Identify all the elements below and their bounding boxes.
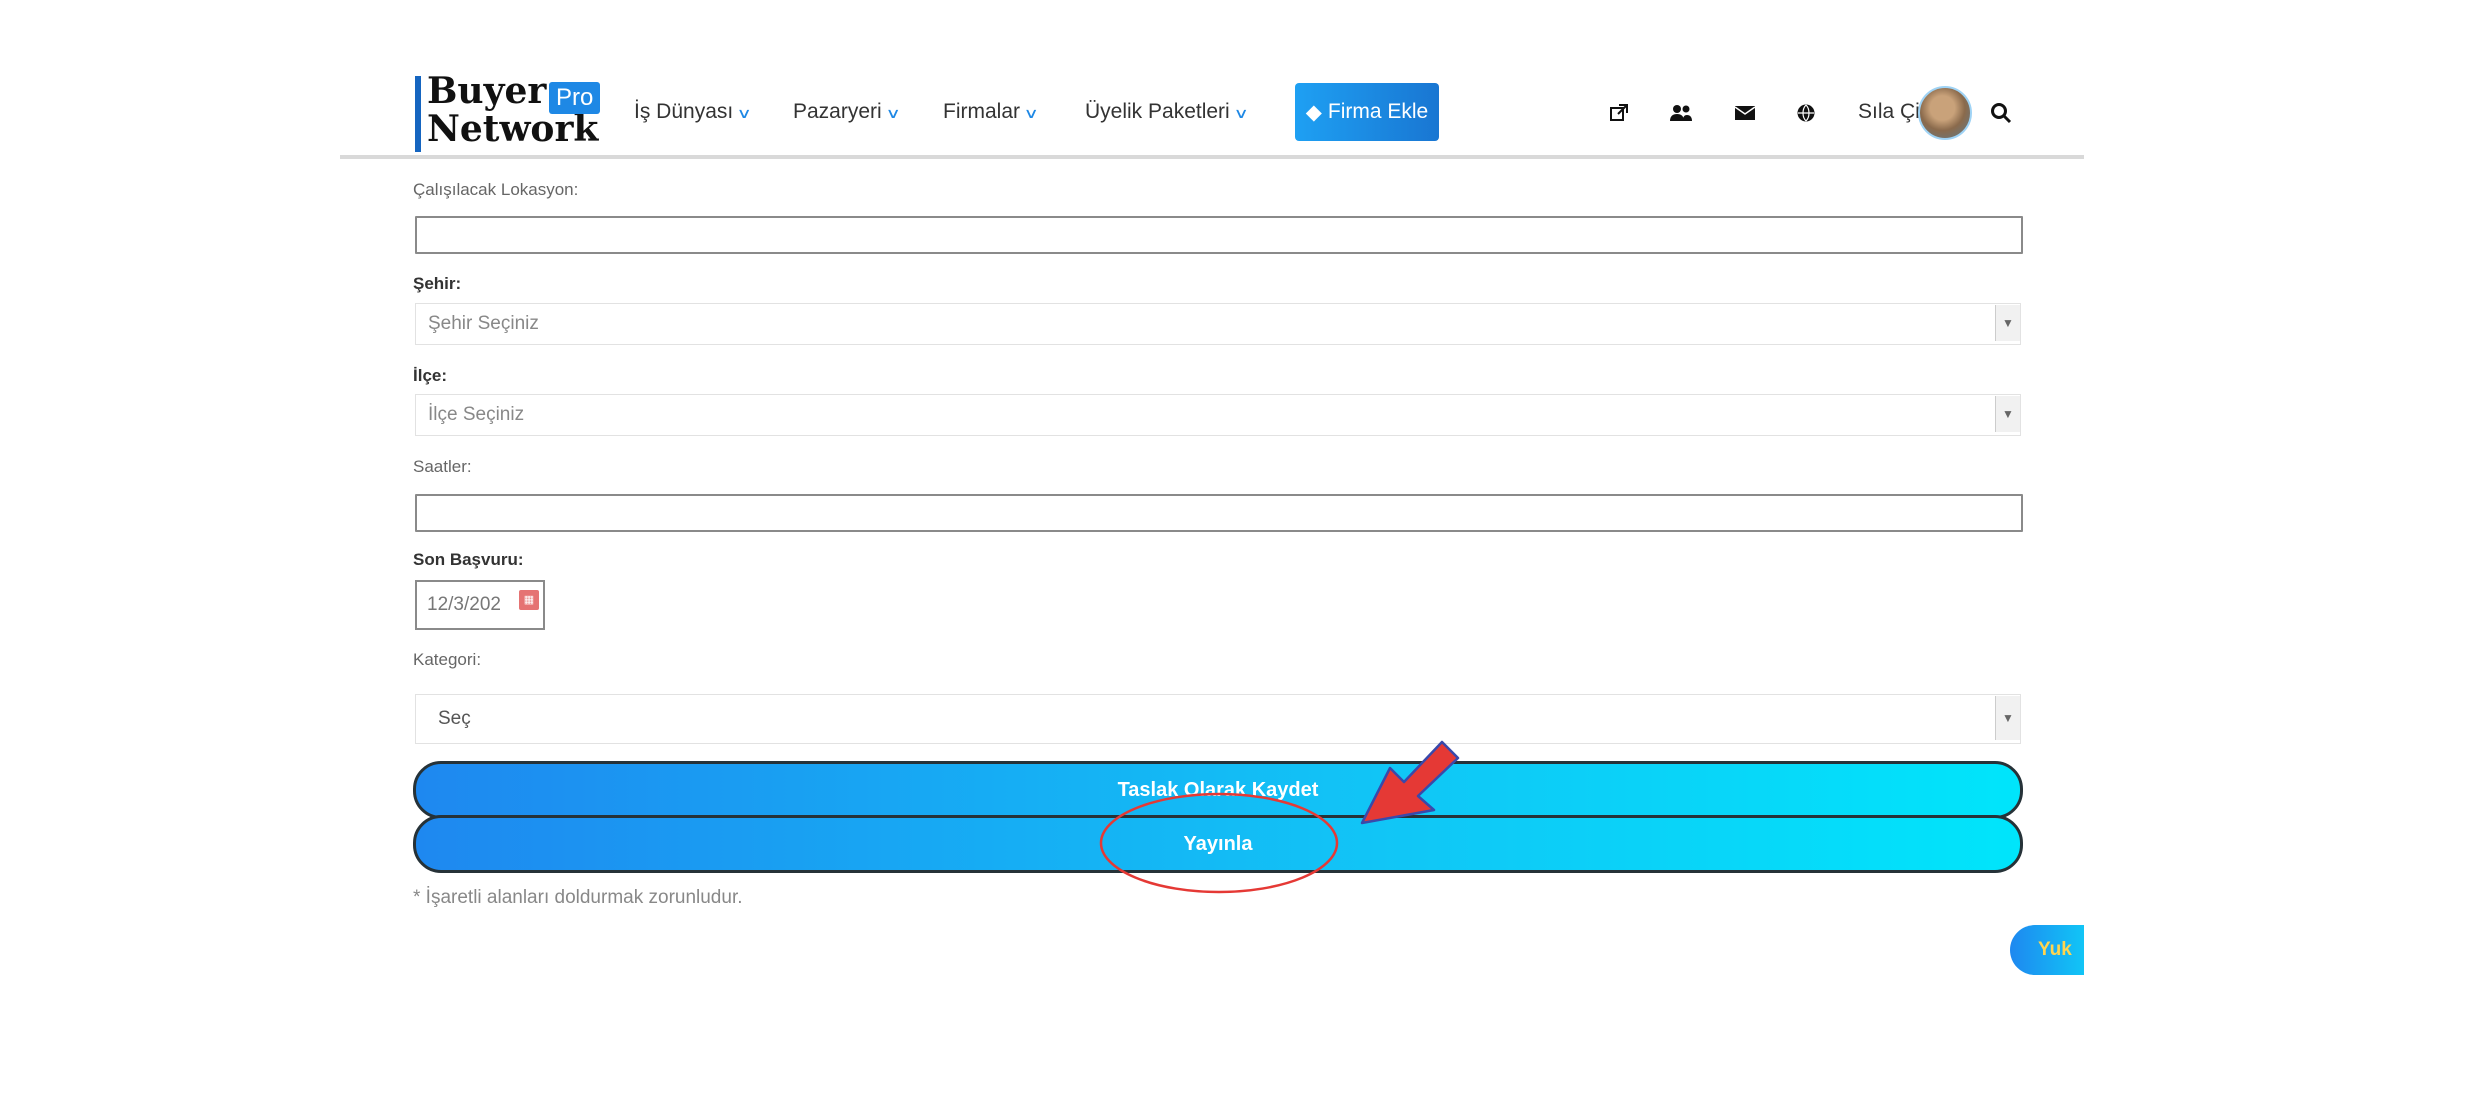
search-icon[interactable]	[1984, 96, 2018, 130]
add-company-label: Firma Ekle	[1327, 100, 1429, 123]
nav-label: İş Dünyası	[634, 100, 734, 123]
district-select-value: İlçe Seçiniz	[428, 404, 525, 425]
chevron-down-icon: ▼	[1995, 696, 2020, 740]
chevron-down-icon: ∨	[1233, 105, 1249, 121]
nav-label: Firmalar	[943, 100, 1020, 123]
hours-label: Saatler:	[413, 457, 472, 476]
required-fields-note: * İşaretli alanları doldurmak zorunludur…	[413, 887, 743, 908]
location-label: Çalışılacak Lokasyon:	[413, 180, 579, 199]
user-name[interactable]: Sıla Çil	[1858, 100, 1925, 124]
chevron-down-icon: ∨	[1023, 105, 1039, 121]
diamond-icon: ◆	[1305, 100, 1322, 124]
logo-line2: Network	[427, 108, 599, 150]
users-icon[interactable]	[1664, 96, 1698, 130]
category-select[interactable]: Seç ▼	[415, 694, 2021, 744]
chevron-down-icon: ▼	[1995, 396, 2020, 432]
nav-label: Pazaryeri	[793, 100, 882, 123]
add-company-button[interactable]: ◆ Firma Ekle	[1295, 83, 1439, 141]
district-label: İlçe:	[413, 366, 448, 385]
logo-badge: Pro	[549, 82, 601, 114]
scroll-top-button[interactable]: Yuk	[2010, 925, 2084, 975]
city-select-value: Şehir Seçiniz	[428, 313, 539, 334]
envelope-icon[interactable]	[1728, 96, 1762, 130]
deadline-date-input[interactable]: 12/3/202 ▦	[415, 580, 545, 630]
nav-pazaryeri[interactable]: Pazaryeri ∨	[793, 100, 901, 124]
highlight-ellipse	[1099, 792, 1339, 894]
category-select-value: Seç	[438, 708, 471, 729]
logo-bar	[415, 76, 421, 152]
calendar-icon[interactable]: ▦	[519, 590, 539, 610]
city-label: Şehir:	[413, 274, 462, 293]
red-arrow-icon	[1360, 740, 1460, 825]
location-input[interactable]	[415, 216, 2023, 254]
chevron-down-icon: ▼	[1995, 305, 2020, 341]
chevron-down-icon: ∨	[885, 105, 901, 121]
external-link-icon[interactable]	[1602, 96, 1636, 130]
logo-line1: Buyer	[427, 70, 547, 112]
chevron-down-icon: ∨	[736, 105, 753, 121]
district-select[interactable]: İlçe Seçiniz ▼	[415, 394, 2021, 436]
deadline-date-value: 12/3/202	[427, 594, 501, 615]
nav-label: Üyelik Paketleri	[1085, 100, 1230, 123]
city-select[interactable]: Şehir Seçiniz ▼	[415, 303, 2021, 345]
logo[interactable]: Buyer Network Pro	[415, 70, 605, 156]
globe-icon[interactable]	[1789, 96, 1823, 130]
hours-input[interactable]	[415, 494, 2023, 532]
nav-uyelik-paketleri[interactable]: Üyelik Paketleri ∨	[1085, 100, 1249, 124]
nav-firmalar[interactable]: Firmalar ∨	[943, 100, 1039, 124]
deadline-label: Son Başvuru:	[413, 550, 524, 569]
category-label: Kategori:	[413, 650, 482, 669]
nav-is-dunyasi[interactable]: İş Dünyası ∨	[634, 100, 753, 124]
avatar[interactable]	[1918, 86, 1972, 140]
